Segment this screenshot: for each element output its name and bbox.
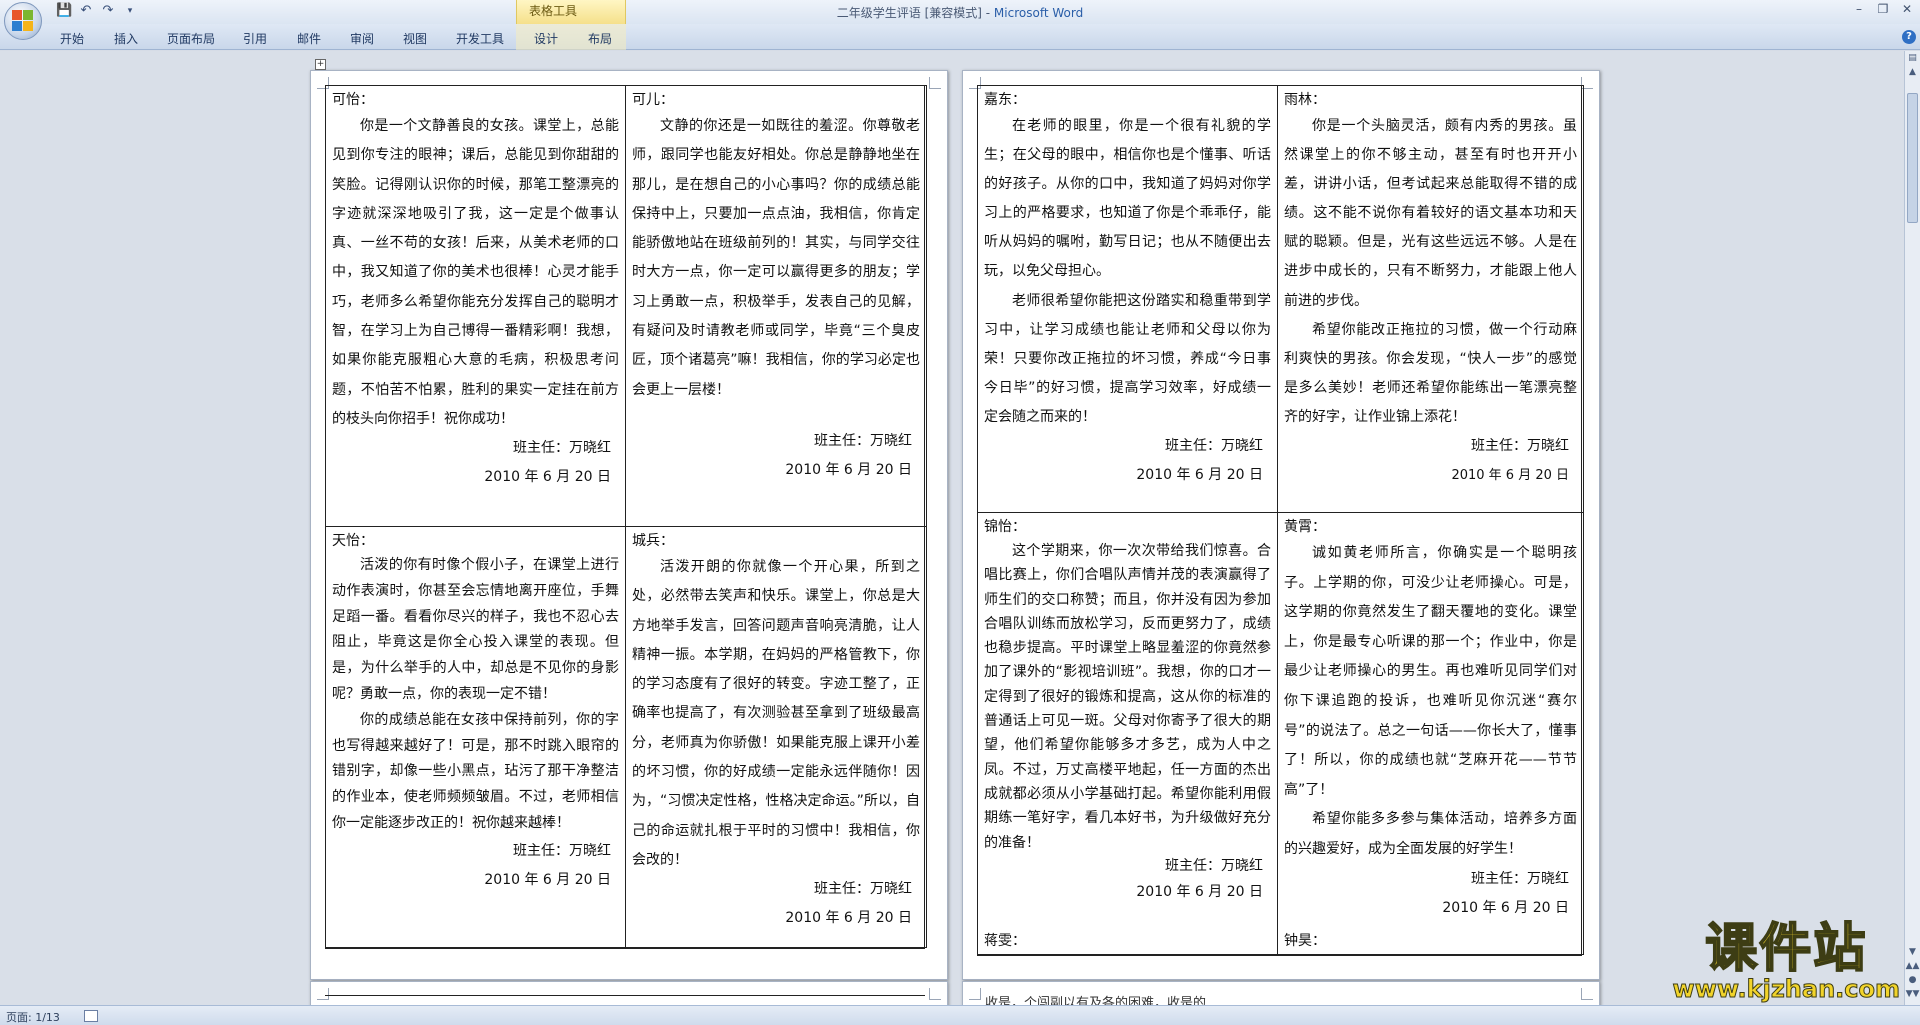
comment-paragraph: 你是一个头脑灵活，颇有内秀的男孩。虽然课堂上的你不够主动，甚至有时也开开小差，讲… (1284, 118, 1577, 309)
comment-paragraph: 在老师的眼里，你是一个很有礼貌的学生；在父母的眼中，相信你也是个懂事、听话的好孩… (984, 118, 1271, 280)
comment-paragraph: 活泼开朗的你就像一个开心果，所到之处，必然带去笑声和快乐。课堂上，你总是大方地举… (632, 559, 920, 868)
table-top-border (325, 995, 925, 996)
page-2: 嘉东： 在老师的眼里，你是一个很有礼貌的学生；在父母的眼中，相信你也是个懂事、听… (962, 70, 1600, 980)
table-cell-huangxiao[interactable]: 黄霄： 诚如黄老师所言，你确实是一个聪明孩子。上学期的你，可没少让老师操心。可是… (1277, 512, 1584, 955)
comments-table: 嘉东： 在老师的眼里，你是一个很有礼貌的学生；在父母的眼中，相信你也是个懂事、听… (977, 85, 1584, 956)
comment-date: 2010 年 6 月 20 日 (1136, 467, 1263, 484)
student-name: 天怡： (332, 533, 374, 549)
scrollbar-bottom-controls: ▼ ▲▲ ● ▼▼ (1905, 945, 1920, 1001)
comment-paragraph: 你的成绩总能在女孩中保持前列，你的字也写得越来越好了！可是，那不时跳入眼帘的错别… (332, 711, 619, 831)
table-cell-keyi[interactable]: 可怡： 你是一个文静善良的女孩。课堂上，总能见到你专注的眼神；课后，总能见到你甜… (325, 85, 626, 527)
page-indicator[interactable]: 页面: 1/13 (6, 1009, 60, 1025)
teacher-signature: 班主任：万晓红 (513, 440, 611, 457)
comment-paragraph: 老师很希望你能把这份踏实和稳重带到学习中，让学习成绩也能让老师和父母以你为荣！只… (984, 292, 1271, 425)
teacher-signature: 班主任：万晓红 (1471, 438, 1569, 455)
teacher-signature: 班主任：万晓红 (1165, 438, 1263, 455)
tab-mailings[interactable]: 邮件 (297, 30, 321, 47)
margin-corner-mark (969, 988, 981, 1000)
proofing-status-icon[interactable] (84, 1010, 98, 1022)
page-3 (310, 981, 948, 1005)
window-title: 二年级学生评语 [兼容模式] - Microsoft Word (0, 4, 1920, 21)
table-cell-tianyi[interactable]: 天怡： 活泼的你有时像个假小子，在课堂上进行动作表演时，你甚至会忘情地离开座位，… (325, 526, 626, 948)
table-cell-jinyi[interactable]: 锦怡： 这个学期来，你一次次带给我们惊喜。合唱比赛上，你们合唱队声情并茂的表演赢… (977, 512, 1278, 955)
minimize-icon[interactable]: – (1852, 2, 1866, 16)
margin-corner-mark (317, 988, 329, 1000)
margin-corner-mark (1581, 988, 1593, 1000)
tab-page-layout[interactable]: 页面布局 (167, 30, 215, 47)
margin-corner-mark (929, 77, 941, 89)
scroll-up-icon[interactable]: ▲ (1905, 65, 1920, 79)
student-name: 黄霄： (1284, 519, 1326, 535)
table-cell-jiadong[interactable]: 嘉东： 在老师的眼里，你是一个很有礼貌的学生；在父母的眼中，相信你也是个懂事、听… (977, 85, 1278, 513)
student-name: 城兵： (632, 533, 674, 549)
teacher-signature: 班主任：万晓红 (814, 881, 912, 898)
scroll-down-icon[interactable]: ▼ (1905, 945, 1920, 959)
document-area[interactable]: 可怡： 你是一个文静善良的女孩。课堂上，总能见到你专注的眼神；课后，总能见到你甜… (0, 51, 1904, 1005)
comment-date: 2010 年 6 月 20 日 (785, 461, 912, 478)
tab-references[interactable]: 引用 (243, 30, 267, 47)
title-bar: 💾 ↶ ↷ ▾ 表格工具 二年级学生评语 [兼容模式] - Microsoft … (0, 0, 1920, 24)
scrollbar-thumb[interactable] (1907, 93, 1918, 223)
student-name: 可怡： (332, 92, 374, 108)
tab-insert[interactable]: 插入 (114, 30, 138, 47)
comment-paragraph: 活泼的你有时像个假小子，在课堂上进行动作表演时，你甚至会忘情地离开座位，手舞足蹈… (332, 557, 619, 702)
table-cell-keer[interactable]: 可儿： 文静的你还是一如既往的羞涩。你尊敬老师，跟同学也能友好相处。你总是静静地… (625, 85, 927, 527)
teacher-signature: 班主任：万晓红 (1165, 857, 1263, 874)
comment-date: 2010 年 6 月 20 日 (484, 871, 611, 888)
comment-paragraph: 希望你能改正拖拉的习惯，做一个行动麻利爽快的男孩。你会发现，“快人一步”的感觉是… (1284, 321, 1577, 425)
comments-table: 可怡： 你是一个文静善良的女孩。课堂上，总能见到你专注的眼神；课后，总能见到你甜… (325, 85, 927, 949)
table-cell-chengbing[interactable]: 城兵： 活泼开朗的你就像一个开心果，所到之处，必然带去笑声和快乐。课堂上，你总是… (625, 526, 927, 948)
comment-date: 2010 年 6 月 20 日 (484, 469, 611, 486)
vertical-scrollbar[interactable]: ▤ ▲ ▼ ▲▲ ● ▼▼ (1904, 51, 1920, 1005)
tab-design[interactable]: 设计 (534, 30, 558, 47)
close-icon[interactable]: ✕ (1900, 2, 1914, 16)
student-name-next: 钟昊： (1284, 933, 1326, 949)
tab-developer[interactable]: 开发工具 (456, 30, 504, 47)
previous-page-icon[interactable]: ▲▲ (1905, 959, 1920, 973)
student-name: 可儿： (632, 92, 674, 108)
office-logo-icon (12, 10, 34, 32)
help-icon[interactable]: ? (1902, 30, 1916, 44)
window-title-document: 二年级学生评语 [兼容模式] - (836, 6, 994, 20)
comment-date: 2010 年 6 月 20 日 (1451, 468, 1569, 484)
table-cell-yulin[interactable]: 雨林： 你是一个头脑灵活，颇有内秀的男孩。虽然课堂上的你不够主动，甚至有时也开开… (1277, 85, 1584, 513)
page-4: 收是，个闯副以有及各的困难，收是的 (962, 981, 1600, 1005)
student-name: 雨林： (1284, 92, 1326, 108)
comment-paragraph: 希望你能多多参与集体活动，培养多方面的兴趣爱好，成为全面发展的好学生！ (1284, 811, 1577, 857)
tab-review[interactable]: 审阅 (350, 30, 374, 47)
window-title-app: Microsoft Word (993, 6, 1084, 20)
comment-paragraph: 诚如黄老师所言，你确实是一个聪明孩子。上学期的你，可没少让老师操心。可是，这学期… (1284, 545, 1577, 798)
ruler-toggle-icon[interactable]: ▤ (1905, 51, 1920, 65)
student-name: 嘉东： (984, 92, 1026, 108)
table-move-handle[interactable]: + (315, 59, 326, 70)
window-controls: – ❐ ✕ (1852, 2, 1914, 16)
comment-paragraph: 文静的你还是一如既往的羞涩。你尊敬老师，跟同学也能友好相处。你总是静静地坐在那儿… (632, 118, 920, 398)
status-bar: 页面: 1/13 (0, 1005, 1920, 1025)
watermark-logo: 课件站 www.kjzhan.com (1672, 919, 1900, 1003)
tab-view[interactable]: 视图 (403, 30, 427, 47)
ribbon-tab-bar: 开始 插入 页面布局 引用 邮件 审阅 视图 开发工具 设计 布局 ? (0, 24, 1920, 50)
next-page-icon[interactable]: ▼▼ (1905, 987, 1920, 1001)
watermark-title: 课件站 (1704, 919, 1868, 979)
restore-icon[interactable]: ❐ (1876, 2, 1890, 16)
comment-date: 2010 年 6 月 20 日 (785, 910, 912, 927)
teacher-signature: 班主任：万晓红 (513, 842, 611, 859)
teacher-signature: 班主任：万晓红 (1471, 870, 1569, 887)
student-name: 锦怡： (984, 519, 1026, 535)
comment-date: 2010 年 6 月 20 日 (1136, 883, 1263, 900)
comment-date: 2010 年 6 月 20 日 (1442, 899, 1569, 916)
next-page-text-fragment: 收是，个闯副以有及各的困难，收是的 (985, 996, 1207, 1005)
student-name-next: 蒋雯： (984, 933, 1026, 949)
margin-corner-mark (929, 988, 941, 1000)
tab-home[interactable]: 开始 (60, 30, 84, 47)
browse-object-icon[interactable]: ● (1905, 973, 1920, 987)
office-button[interactable] (4, 2, 42, 40)
watermark-url: www.kjzhan.com (1672, 975, 1900, 1003)
tab-layout[interactable]: 布局 (588, 30, 612, 47)
comment-paragraph: 你是一个文静善良的女孩。课堂上，总能见到你专注的眼神；课后，总能见到你甜甜的笑脸… (332, 118, 619, 427)
page-1: 可怡： 你是一个文静善良的女孩。课堂上，总能见到你专注的眼神；课后，总能见到你甜… (310, 70, 948, 980)
comment-paragraph: 这个学期来，你一次次带给我们惊喜。合唱比赛上，你们合唱队声情并茂的表演赢得了师生… (984, 543, 1271, 851)
teacher-signature: 班主任：万晓红 (814, 432, 912, 449)
